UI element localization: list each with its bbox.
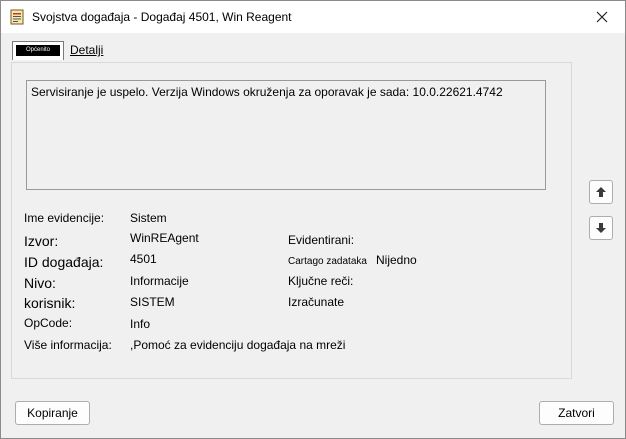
tab-details[interactable]: Detalji <box>70 40 114 60</box>
event-description[interactable]: Servisiranje je uspelo. Verzija Windows … <box>26 80 546 190</box>
log-name-value: Sistem <box>130 211 167 225</box>
task-category-label: Cartago zadataka <box>288 256 367 267</box>
arrow-up-icon <box>596 187 606 197</box>
log-name-label: Ime evidencije: <box>24 211 105 225</box>
close-window-button[interactable] <box>579 1 625 33</box>
more-info-label: Više informacija: <box>24 338 112 352</box>
tab-general[interactable]: Općenito <box>12 41 64 60</box>
source-value: WinREAgent <box>130 231 199 245</box>
event-id-value: 4501 <box>130 252 157 266</box>
logged-label: Evidentirani: <box>288 233 355 247</box>
event-id-label: ID događaja: <box>24 254 104 270</box>
opcode-value: Info <box>130 317 151 331</box>
copy-button[interactable]: Kopiranje <box>15 401 90 425</box>
level-value: Informacije <box>130 274 189 288</box>
title-bar: Svojstva događaja - Događaj 4501, Win Re… <box>1 1 625 33</box>
close-icon <box>596 11 608 23</box>
level-label: Nivo: <box>24 275 56 291</box>
arrow-down-icon <box>596 223 606 233</box>
user-label: korisnik: <box>24 295 76 311</box>
event-viewer-icon <box>10 9 24 25</box>
window-title: Svojstva događaja - Događaj 4501, Win Re… <box>32 10 292 24</box>
keywords-label: Ključne reči: <box>288 274 354 288</box>
close-button[interactable]: Zatvori <box>539 401 614 425</box>
source-label: Izvor: <box>24 233 59 249</box>
general-panel: Servisiranje je uspelo. Verzija Windows … <box>11 62 572 379</box>
task-category-value: Nijedno <box>376 253 417 267</box>
previous-event-button[interactable] <box>589 180 613 204</box>
tab-details-label: Detalji <box>70 43 104 57</box>
opcode-label: OpCode: <box>24 316 73 330</box>
computer-label: Izračunate <box>288 295 345 309</box>
user-value: SISTEM <box>130 295 175 309</box>
event-properties-window: Svojstva događaja - Događaj 4501, Win Re… <box>0 0 626 439</box>
online-help-link[interactable]: ,Pomoć za evidenciju događaja na mreži <box>130 338 345 352</box>
next-event-button[interactable] <box>589 216 613 240</box>
tab-general-label: Općenito <box>16 45 60 56</box>
